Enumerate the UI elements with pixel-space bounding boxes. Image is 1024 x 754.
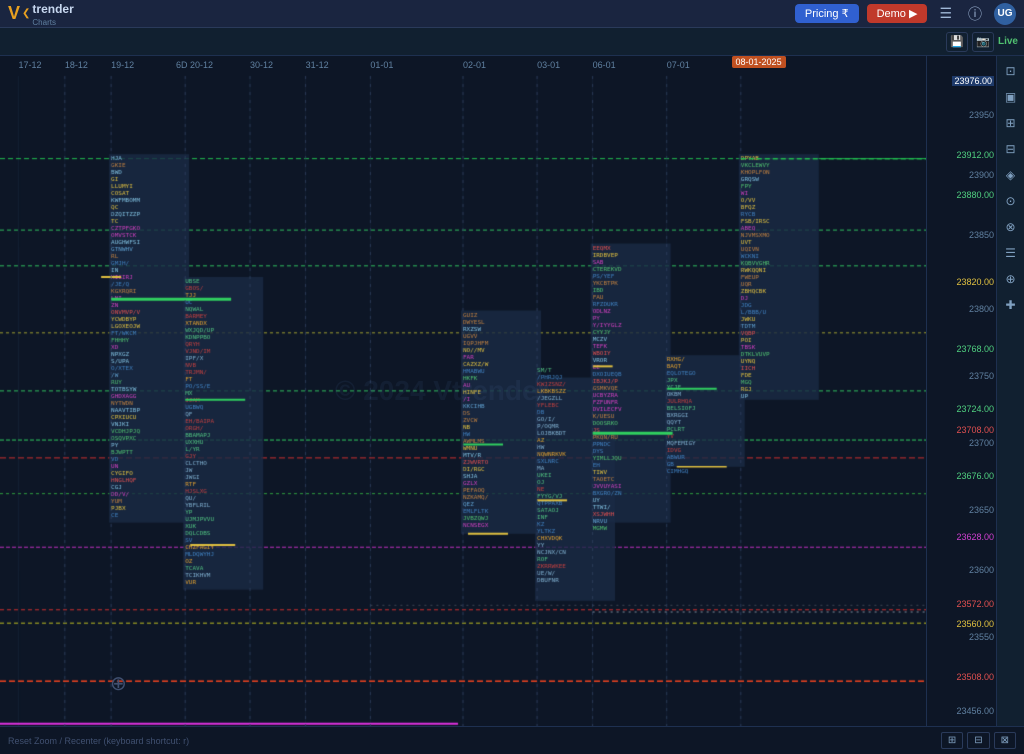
date-label-0: 17-12	[19, 60, 42, 70]
date-label-6: 01-01	[370, 60, 393, 70]
panel-btn-10[interactable]: ✚	[1000, 294, 1022, 316]
logo-v-icon: V	[8, 3, 20, 24]
save-button[interactable]: 💾	[946, 32, 968, 52]
menu-button[interactable]: ☰	[935, 3, 956, 24]
price-23850: 23850	[969, 230, 994, 240]
panel-btn-2[interactable]: ▣	[1000, 86, 1022, 108]
price-23676: 23676.00	[956, 471, 994, 481]
price-23456: 23456.00	[956, 706, 994, 716]
user-avatar[interactable]: UG	[994, 3, 1016, 25]
price-23820: 23820.00	[956, 277, 994, 287]
zoom-fit-button[interactable]: ⊟	[967, 732, 989, 749]
date-label-10: 07-01	[667, 60, 690, 70]
price-23950: 23950	[969, 110, 994, 120]
chart-area[interactable]: © 2024 Vtrender 17-12 18-12 19-12 6D 20-…	[0, 56, 926, 726]
price-23800: 23800	[969, 304, 994, 314]
price-23708: 23708.00	[956, 425, 994, 435]
price-23750: 23750	[969, 371, 994, 381]
screenshot-button[interactable]: 📷	[972, 32, 994, 52]
panel-btn-8[interactable]: ☰	[1000, 242, 1022, 264]
price-23550: 23550	[969, 632, 994, 642]
date-label-8: 03-01	[537, 60, 560, 70]
price-23508: 23508.00	[956, 672, 994, 682]
price-23912: 23912.00	[956, 150, 994, 160]
chart-canvas	[0, 56, 926, 726]
date-label-5: 31-12	[306, 60, 329, 70]
price-23572: 23572.00	[956, 599, 994, 609]
live-indicator: Live	[998, 36, 1018, 47]
date-axis: 17-12 18-12 19-12 6D 20-12 30-12 31-12 0…	[0, 56, 926, 74]
price-23724: 23724.00	[956, 404, 994, 414]
nav-right-buttons: Pricing ₹ Demo ▶ ☰ ⓘ UG	[795, 2, 1016, 26]
price-23650: 23650	[969, 505, 994, 515]
bottom-bar: Reset Zoom / Recenter (keyboard shortcut…	[0, 726, 1024, 754]
logo-sub: Charts	[32, 18, 73, 27]
bottom-hint: Reset Zoom / Recenter (keyboard shortcut…	[8, 736, 189, 746]
date-label-3: 6D 20-12	[176, 60, 213, 70]
pricing-button[interactable]: Pricing ₹	[795, 4, 859, 23]
panel-btn-9[interactable]: ⊕	[1000, 268, 1022, 290]
panel-btn-5[interactable]: ◈	[1000, 164, 1022, 186]
price-23628: 23628.00	[956, 532, 994, 542]
price-23700: 23700	[969, 438, 994, 448]
date-label-2: 19-12	[111, 60, 134, 70]
date-label-7: 02-01	[463, 60, 486, 70]
logo: V ❮ trender Charts	[8, 0, 74, 27]
price-23768: 23768.00	[956, 344, 994, 354]
price-23880: 23880.00	[956, 190, 994, 200]
demo-button[interactable]: Demo ▶	[867, 4, 928, 23]
chart-toolbar: 💾 📷 Live	[0, 28, 1024, 56]
price-23900: 23900	[969, 170, 994, 180]
zoom-in-button[interactable]: ⊞	[941, 732, 963, 749]
focus-icon[interactable]: ⊕	[110, 671, 127, 696]
date-label-9: 06-01	[593, 60, 616, 70]
logo-name: trender	[32, 2, 73, 16]
top-navigation: V ❮ trender Charts Pricing ₹ Demo ▶ ☰ ⓘ …	[0, 0, 1024, 28]
panel-btn-3[interactable]: ⊞	[1000, 112, 1022, 134]
price-23600: 23600	[969, 565, 994, 575]
panel-btn-4[interactable]: ⊟	[1000, 138, 1022, 160]
zoom-out-button[interactable]: ⊠	[994, 732, 1016, 749]
panel-btn-1[interactable]: ⊡	[1000, 60, 1022, 82]
date-label-1: 18-12	[65, 60, 88, 70]
bottom-right-buttons: ⊞ ⊟ ⊠	[941, 732, 1016, 749]
panel-btn-7[interactable]: ⊗	[1000, 216, 1022, 238]
info-button[interactable]: ⓘ	[964, 2, 986, 26]
main-content: © 2024 Vtrender 17-12 18-12 19-12 6D 20-…	[0, 56, 1024, 726]
date-highlight-box: 08-01-2025	[732, 56, 786, 68]
date-label-4: 30-12	[250, 60, 273, 70]
right-panel: ⊡ ▣ ⊞ ⊟ ◈ ⊙ ⊗ ☰ ⊕ ✚	[996, 56, 1024, 726]
logo-text-group: trender Charts	[32, 0, 73, 27]
price-23560: 23560.00	[956, 619, 994, 629]
logo-chevron-icon: ❮	[22, 8, 30, 19]
panel-btn-6[interactable]: ⊙	[1000, 190, 1022, 212]
price-axis: 23976.00 23950 23912.00 23900 23880.00 2…	[926, 56, 996, 726]
price-23976: 23976.00	[952, 76, 994, 86]
